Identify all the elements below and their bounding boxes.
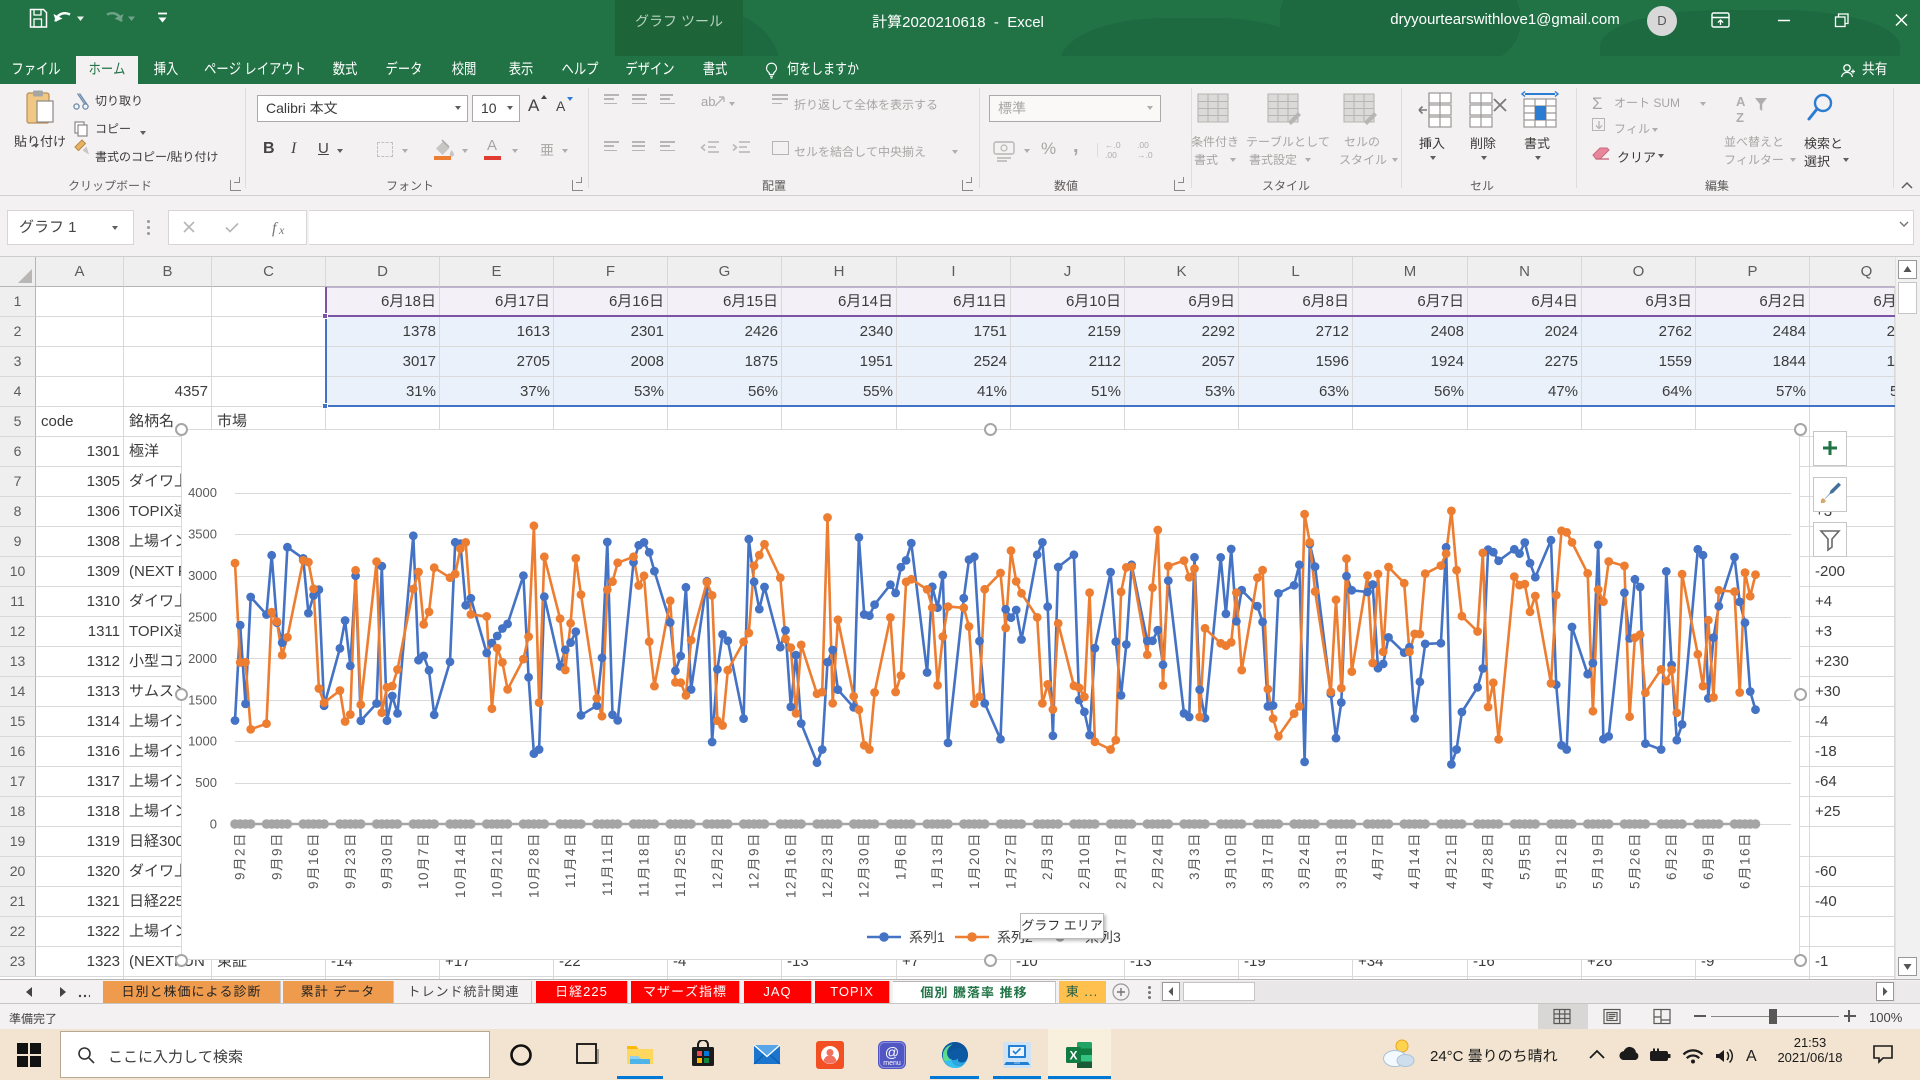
svg-text:3500: 3500	[188, 527, 217, 542]
svg-text:.00: .00	[1105, 150, 1117, 160]
svg-text:2000: 2000	[188, 651, 217, 666]
svg-text:2月24日: 2月24日	[1150, 832, 1165, 889]
svg-text:@: @	[885, 1044, 899, 1060]
svg-text:0: 0	[210, 817, 217, 832]
svg-text:f: f	[272, 220, 279, 237]
svg-text:9月30日: 9月30日	[380, 832, 395, 889]
svg-text:11月11日: 11月11日	[600, 832, 615, 896]
svg-text:x: x	[278, 223, 285, 237]
svg-text:A: A	[1746, 1048, 1757, 1065]
svg-text:3月3日: 3月3日	[1187, 832, 1202, 880]
svg-text:.00: .00	[1137, 140, 1149, 150]
svg-text:2月17日: 2月17日	[1114, 832, 1129, 889]
svg-text:3月17日: 3月17日	[1260, 832, 1275, 889]
svg-text:Z: Z	[1736, 110, 1744, 125]
svg-text:12月23日: 12月23日	[820, 832, 835, 898]
svg-text:2500: 2500	[188, 609, 217, 624]
svg-text:10月21日: 10月21日	[490, 832, 505, 898]
svg-text:10月14日: 10月14日	[453, 832, 468, 898]
svg-text:2月3日: 2月3日	[1040, 832, 1055, 880]
svg-text:5月12日: 5月12日	[1554, 832, 1569, 889]
svg-text:6月2日: 6月2日	[1664, 832, 1679, 880]
svg-text:menu: menu	[883, 1060, 901, 1067]
svg-text:1月27日: 1月27日	[1004, 832, 1019, 889]
svg-text:1月20日: 1月20日	[967, 832, 982, 889]
svg-text:1500: 1500	[188, 692, 217, 707]
svg-text:5月5日: 5月5日	[1517, 832, 1532, 880]
svg-text:1月13日: 1月13日	[930, 832, 945, 889]
svg-text:4月14日: 4月14日	[1407, 832, 1422, 889]
svg-text:6月16日: 6月16日	[1738, 832, 1753, 889]
svg-text:9月9日: 9月9日	[269, 832, 284, 880]
svg-text:12月30日: 12月30日	[857, 832, 872, 898]
svg-text:←.0: ←.0	[1105, 140, 1121, 150]
svg-text:500: 500	[195, 775, 217, 790]
svg-text:→.0: →.0	[1137, 150, 1153, 160]
svg-text:4月7日: 4月7日	[1371, 832, 1386, 880]
svg-text:5月26日: 5月26日	[1627, 832, 1642, 889]
svg-text:4000: 4000	[188, 485, 217, 500]
svg-text:3月24日: 3月24日	[1297, 832, 1312, 889]
svg-text:12月2日: 12月2日	[710, 832, 725, 889]
svg-text:系列1: 系列1	[909, 929, 945, 945]
svg-text:1000: 1000	[188, 734, 217, 749]
svg-text:10月7日: 10月7日	[416, 832, 431, 889]
svg-text:3000: 3000	[188, 568, 217, 583]
svg-text:11月18日: 11月18日	[637, 832, 652, 897]
svg-text:10月28日: 10月28日	[526, 832, 541, 898]
svg-text:2月10日: 2月10日	[1077, 832, 1092, 889]
svg-text:X: X	[1069, 1049, 1077, 1063]
svg-text:4月21日: 4月21日	[1444, 832, 1459, 889]
svg-text:3月10日: 3月10日	[1224, 832, 1239, 889]
svg-text:9月16日: 9月16日	[306, 832, 321, 889]
svg-text:11月25日: 11月25日	[673, 832, 688, 897]
svg-text:A: A	[1736, 94, 1746, 109]
svg-text:3月31日: 3月31日	[1334, 832, 1349, 889]
svg-text:1月6日: 1月6日	[893, 832, 908, 880]
svg-text:6月9日: 6月9日	[1701, 832, 1716, 880]
svg-text:11月4日: 11月4日	[563, 832, 578, 888]
svg-text:5月19日: 5月19日	[1591, 832, 1606, 889]
svg-text:4月28日: 4月28日	[1481, 832, 1496, 889]
svg-text:9月23日: 9月23日	[343, 832, 358, 889]
svg-text:9月2日: 9月2日	[233, 832, 248, 880]
svg-text:12月16日: 12月16日	[783, 832, 798, 898]
svg-text:12月9日: 12月9日	[747, 832, 762, 889]
